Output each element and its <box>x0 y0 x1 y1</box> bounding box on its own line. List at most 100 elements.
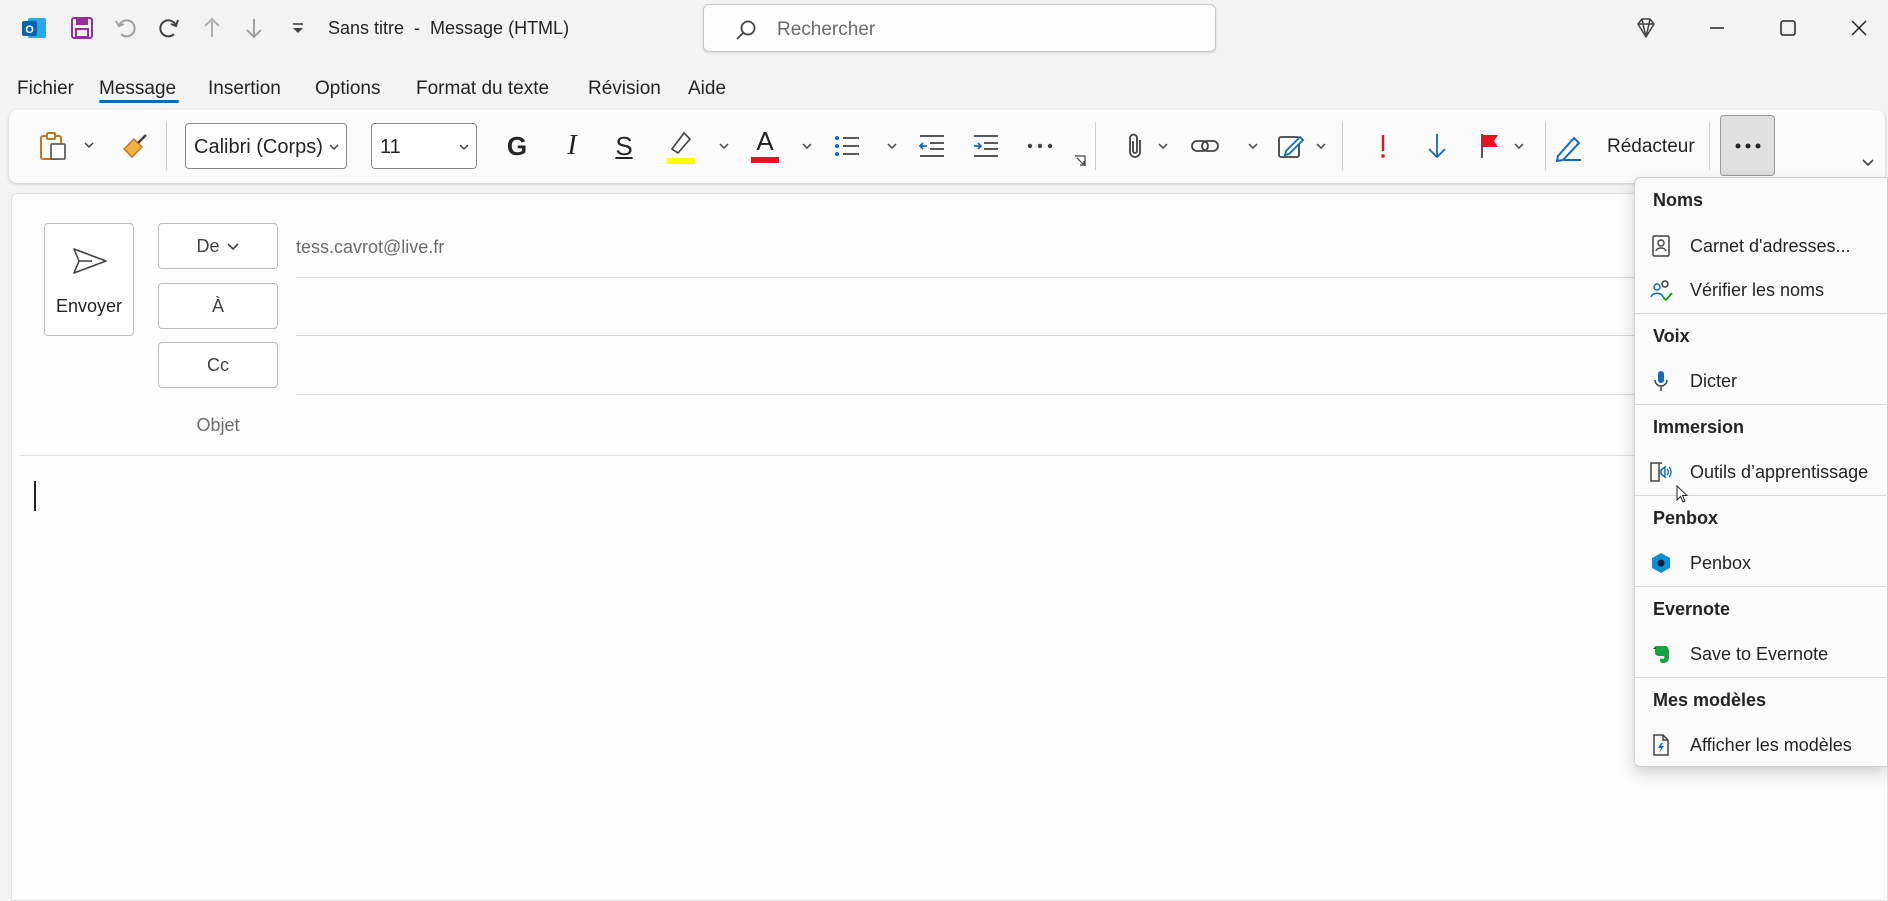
check-names-icon <box>1649 278 1673 302</box>
decrease-indent-icon[interactable] <box>916 130 948 162</box>
more-commands-dropdown: Noms Carnet d'adresses... Vérifier les n… <box>1634 177 1888 767</box>
send-label: Envoyer <box>55 296 123 316</box>
menu-separator <box>1635 677 1888 678</box>
ribbon-separator <box>1342 122 1343 170</box>
menu-item-penbox[interactable]: Penbox <box>1635 543 1888 583</box>
chevron-down-icon <box>329 144 339 151</box>
dialog-launcher-icon[interactable] <box>1073 154 1087 168</box>
more-format-icon[interactable] <box>1024 130 1056 162</box>
menu-separator <box>1635 404 1888 405</box>
tab-message[interactable]: Message <box>99 78 176 100</box>
bullets-chevron-icon[interactable] <box>886 140 898 152</box>
italic-button[interactable]: I <box>556 130 588 162</box>
low-importance-icon[interactable] <box>1421 130 1453 162</box>
from-button[interactable]: De <box>158 223 278 269</box>
ribbon-separator <box>1545 122 1546 170</box>
format-painter-icon[interactable] <box>119 130 151 162</box>
compose-area <box>11 193 1888 901</box>
menu-bar: Fichier Message Insertion Options Format… <box>0 72 1200 106</box>
link-chevron-icon[interactable] <box>1247 140 1259 152</box>
paste-icon[interactable] <box>35 128 71 164</box>
from-label: De <box>196 235 220 256</box>
previous-item-icon[interactable] <box>196 12 228 44</box>
more-commands-button[interactable] <box>1720 115 1775 176</box>
search-box[interactable]: Rechercher <box>703 4 1216 52</box>
menu-item-check-names[interactable]: Vérifier les noms <box>1635 270 1888 310</box>
to-input-underline[interactable] <box>296 335 1636 336</box>
chevron-down-icon <box>459 144 469 151</box>
tab-revision[interactable]: Révision <box>588 78 661 100</box>
bold-button[interactable]: G <box>501 130 533 162</box>
increase-indent-icon[interactable] <box>970 130 1002 162</box>
svg-text:O: O <box>25 24 34 36</box>
menu-separator <box>1635 495 1888 496</box>
menu-item-dictate[interactable]: Dicter <box>1635 361 1888 401</box>
menu-separator <box>1635 586 1888 587</box>
search-icon <box>734 19 758 43</box>
maximize-icon[interactable] <box>1770 12 1806 44</box>
save-icon[interactable] <box>66 12 98 44</box>
section-heading-penbox: Penbox <box>1653 508 1719 528</box>
section-heading-voix: Voix <box>1653 326 1690 346</box>
bullets-icon[interactable] <box>831 130 863 162</box>
paste-options-chevron-icon[interactable] <box>83 139 95 151</box>
customize-icon[interactable] <box>282 12 314 44</box>
tab-aide[interactable]: Aide <box>688 78 726 100</box>
send-icon <box>72 246 108 276</box>
learning-tools-icon <box>1649 460 1673 484</box>
tab-options[interactable]: Options <box>315 78 380 100</box>
from-address: tess.cavrot@live.fr <box>296 237 445 257</box>
section-heading-immersion: Immersion <box>1653 417 1745 437</box>
ribbon-collapse-chevron-icon[interactable] <box>1861 155 1875 169</box>
signature-chevron-icon[interactable] <box>1315 140 1327 152</box>
tab-fichier[interactable]: Fichier <box>17 78 74 100</box>
send-button[interactable]: Envoyer <box>44 223 134 336</box>
attach-chevron-icon[interactable] <box>1157 140 1169 152</box>
ribbon-separator <box>1095 122 1096 170</box>
cc-input-underline[interactable] <box>296 394 1636 395</box>
field-divider <box>296 277 1636 278</box>
to-button[interactable]: À <box>158 283 278 329</box>
menu-item-address-book[interactable]: Carnet d'adresses... <box>1635 226 1888 266</box>
follow-up-flag-icon[interactable] <box>1475 130 1507 162</box>
underline-button[interactable]: S <box>608 130 640 162</box>
microphone-icon <box>1649 369 1673 393</box>
minimize-icon[interactable] <box>1699 12 1735 44</box>
mouse-pointer <box>1676 485 1690 505</box>
tab-format-du-texte[interactable]: Format du texte <box>416 78 549 100</box>
address-book-icon <box>1649 234 1673 258</box>
menu-item-save-to-evernote[interactable]: Save to Evernote <box>1635 634 1888 674</box>
text-cursor[interactable] <box>34 481 36 511</box>
menu-item-learning-tools[interactable]: Outils d’apprentissage <box>1635 452 1888 492</box>
next-item-icon[interactable] <box>238 12 270 44</box>
high-importance-icon[interactable] <box>1367 130 1399 162</box>
cc-label: Cc <box>207 354 229 375</box>
font-name-combo[interactable]: Calibri (Corps) <box>185 123 347 169</box>
attach-file-icon[interactable] <box>1119 130 1151 162</box>
font-color-icon[interactable]: A <box>747 124 783 166</box>
templates-icon <box>1649 733 1673 757</box>
undo-icon[interactable] <box>110 12 142 44</box>
cc-button[interactable]: Cc <box>158 342 278 388</box>
ribbon-separator <box>166 122 167 170</box>
font-size-combo[interactable]: 11 <box>371 123 477 169</box>
title-bar: O Sans titre - Message (HTML) Rechercher <box>0 0 1888 58</box>
link-icon[interactable] <box>1189 130 1221 162</box>
flag-chevron-icon[interactable] <box>1513 140 1525 152</box>
premium-icon[interactable] <box>1628 12 1664 44</box>
penbox-icon <box>1649 551 1673 575</box>
menu-item-templates[interactable]: Afficher les modèles <box>1635 725 1888 765</box>
tab-insertion[interactable]: Insertion <box>208 78 281 100</box>
window-title: Sans titre - Message (HTML) <box>328 18 570 38</box>
ellipsis-icon <box>1735 143 1761 149</box>
editor-pen-icon <box>1554 132 1584 162</box>
highlight-icon[interactable] <box>663 126 699 166</box>
signature-icon[interactable] <box>1275 130 1307 162</box>
font-color-chevron-icon[interactable] <box>801 140 813 152</box>
redo-icon[interactable] <box>153 12 185 44</box>
close-icon[interactable] <box>1841 12 1877 44</box>
highlight-chevron-icon[interactable] <box>718 140 730 152</box>
section-heading-mes-modeles: Mes modèles <box>1653 690 1767 710</box>
to-label: À <box>211 295 224 316</box>
chevron-down-icon <box>226 243 239 251</box>
